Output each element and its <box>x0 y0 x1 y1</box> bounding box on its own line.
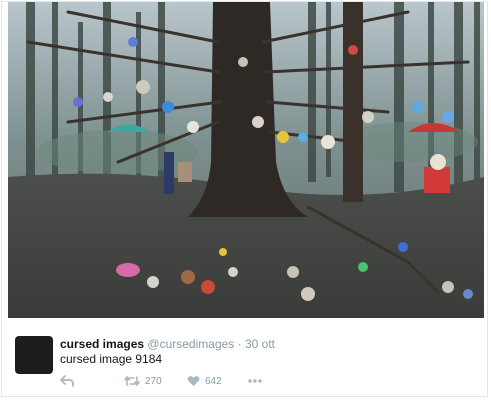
separator: · <box>237 337 242 351</box>
user-handle[interactable]: @cursedimages <box>147 337 234 351</box>
retweet-button[interactable]: 270 <box>124 373 162 389</box>
tweet-text: cursed image 9184 <box>60 352 163 366</box>
heart-icon <box>187 376 200 386</box>
tweet-date[interactable]: 30 ott <box>245 337 275 351</box>
more-button[interactable] <box>248 373 262 389</box>
tweet-photo[interactable] <box>8 2 484 318</box>
like-count: 642 <box>205 375 222 387</box>
tweet: cursed images @cursedimages · 30 ott cur… <box>2 318 487 396</box>
like-button[interactable]: 642 <box>187 373 222 389</box>
avatar[interactable] <box>15 336 53 374</box>
display-name[interactable]: cursed images <box>60 337 144 351</box>
tweet-header: cursed images @cursedimages · 30 ott <box>60 337 275 351</box>
tweet-card: cursed images @cursedimages · 30 ott cur… <box>1 1 488 397</box>
reply-button[interactable] <box>60 373 74 389</box>
retweet-icon <box>124 376 140 386</box>
more-icon <box>248 379 262 383</box>
retweet-count: 270 <box>145 375 162 387</box>
reply-icon <box>60 375 74 387</box>
